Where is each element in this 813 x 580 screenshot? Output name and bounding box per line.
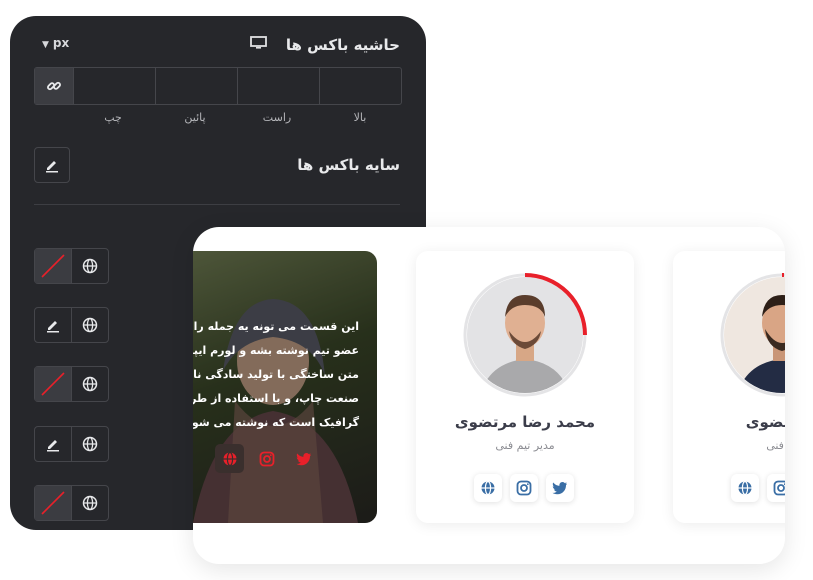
bio-line: متن ساختگی با تولید سادگی نامفهو	[193, 368, 359, 381]
website-link[interactable]	[731, 474, 759, 502]
side-label-top: بالا	[353, 111, 367, 124]
website-link[interactable]	[474, 474, 502, 502]
border-top-input[interactable]	[320, 68, 401, 104]
global-button[interactable]	[72, 308, 108, 342]
edit-shadow-button[interactable]	[34, 147, 70, 183]
avatar-image	[463, 273, 587, 397]
globe-icon	[223, 451, 236, 466]
pencil-icon	[46, 161, 58, 173]
control-row-1	[34, 248, 109, 284]
website-link[interactable]	[215, 444, 244, 473]
edit-toggle[interactable]	[35, 308, 72, 342]
global-button[interactable]	[72, 249, 108, 283]
globe-icon	[82, 376, 98, 392]
twitter-icon	[296, 452, 311, 465]
chevron-down-icon: ▼	[42, 40, 49, 50]
side-label-right: راست	[262, 111, 292, 124]
none-toggle[interactable]	[35, 486, 72, 520]
team-member-card: محمد رضا مرتضوی مدیر تیم فنی	[416, 251, 634, 523]
member-role: مدیر تیم فنی	[495, 439, 555, 452]
border-width-inputs	[34, 67, 402, 105]
globe-icon	[82, 495, 98, 511]
globe-icon	[82, 258, 98, 274]
instagram-link[interactable]	[252, 444, 281, 473]
none-toggle[interactable]	[35, 249, 72, 283]
none-slash-icon	[41, 254, 65, 278]
link-icon	[47, 81, 61, 91]
pencil-icon	[47, 440, 59, 452]
member-name: محمد رضا مرتضوی	[454, 413, 596, 431]
instagram-icon	[516, 480, 532, 496]
control-row-3	[34, 366, 109, 402]
pencil-icon	[47, 321, 59, 333]
control-row-5	[34, 485, 109, 521]
avatar	[461, 271, 589, 399]
avatar-image	[720, 272, 785, 397]
none-slash-icon	[41, 491, 65, 515]
edit-toggle[interactable]	[35, 427, 72, 461]
globe-icon	[738, 480, 752, 496]
avatar	[718, 271, 785, 399]
twitter-link[interactable]	[546, 474, 574, 502]
team-member-card-partial: ا مرتضوی یم فنی	[673, 251, 785, 523]
bio-line: گرافیک است که نوشته می شود.	[193, 416, 359, 429]
instagram-link[interactable]	[510, 474, 538, 502]
unit-select[interactable]: ▼ px	[42, 36, 69, 50]
global-button[interactable]	[72, 367, 108, 401]
global-button[interactable]	[72, 486, 108, 520]
bio-line: این قسمت می تونه یه جمله راجع	[193, 320, 359, 333]
bio-line: عضو تیم نوشته بشه و لورم ایپسو	[193, 344, 359, 357]
link-values-button[interactable]	[35, 68, 74, 104]
social-links	[474, 474, 574, 502]
control-row-4	[34, 426, 109, 462]
control-row-2	[34, 307, 109, 343]
globe-icon	[82, 317, 98, 333]
side-label-left: چپ	[104, 111, 122, 124]
team-preview: این قسمت می تونه یه جمله راجع عضو تیم نو…	[193, 227, 785, 564]
globe-icon	[481, 480, 495, 496]
member-role: یم فنی	[766, 439, 785, 452]
instagram-icon	[259, 451, 274, 466]
desktop-icon[interactable]	[250, 36, 267, 49]
border-left-input[interactable]	[74, 68, 156, 104]
photo-social-links	[215, 444, 318, 473]
side-label-bottom: پائین	[184, 111, 206, 124]
twitter-icon	[552, 482, 567, 495]
member-bio: این قسمت می تونه یه جمله راجع عضو تیم نو…	[193, 315, 359, 435]
none-slash-icon	[41, 372, 65, 396]
instagram-icon	[773, 480, 785, 496]
none-toggle[interactable]	[35, 367, 72, 401]
shadow-section-title: سایه باکس ها	[297, 156, 400, 174]
border-right-input[interactable]	[238, 68, 320, 104]
unit-label: px	[52, 36, 70, 50]
global-button[interactable]	[72, 427, 108, 461]
instagram-link[interactable]	[767, 474, 785, 502]
team-member-photo-card: این قسمت می تونه یه جمله راجع عضو تیم نو…	[193, 251, 377, 523]
bio-line: صنعت چاپ، و با استفاده از طراحا	[193, 392, 359, 405]
divider	[34, 204, 400, 205]
social-links	[731, 474, 785, 502]
twitter-link[interactable]	[289, 444, 318, 473]
border-bottom-input[interactable]	[156, 68, 238, 104]
globe-icon	[82, 436, 98, 452]
border-section-title: حاشیه باکس ها	[285, 36, 400, 54]
member-name: ا مرتضوی	[745, 413, 785, 431]
